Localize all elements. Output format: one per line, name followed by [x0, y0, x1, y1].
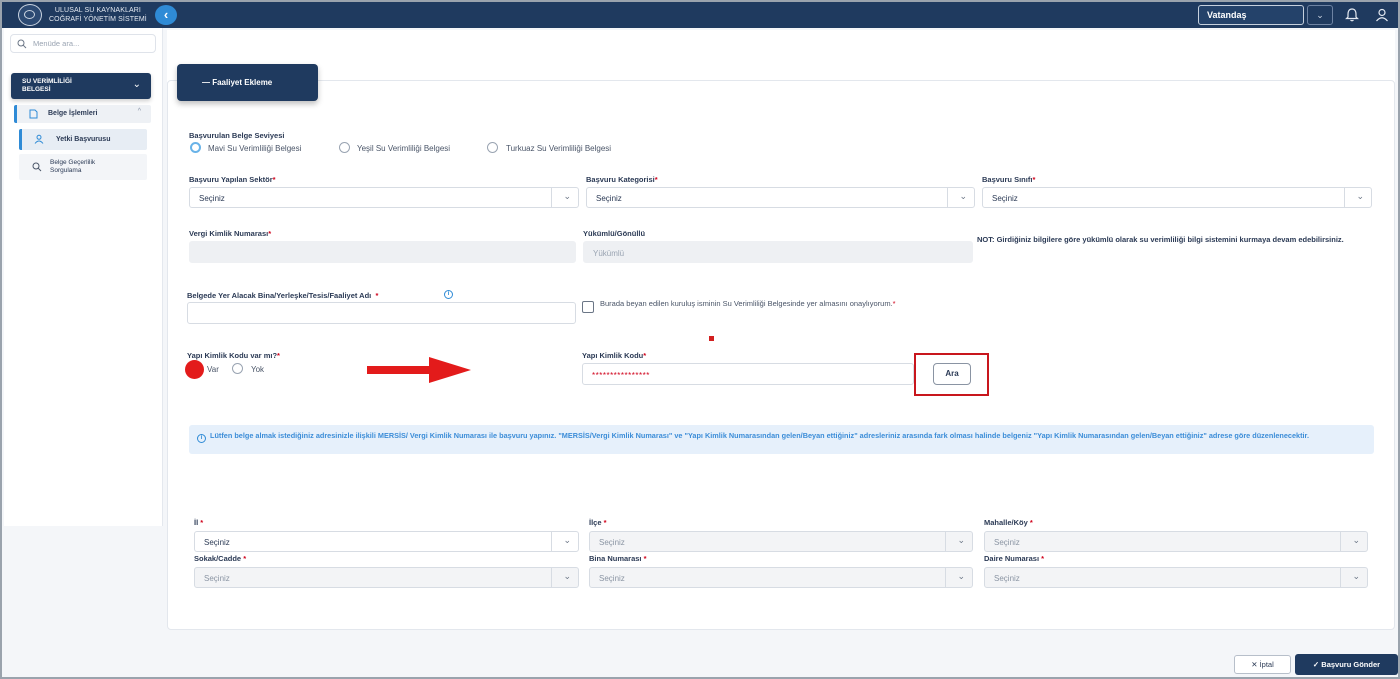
content-header: [167, 30, 1395, 82]
bina-no-value: Seçiniz: [599, 574, 625, 583]
red-arrow-icon: [367, 357, 471, 383]
yukumlu-value: Yükümlü: [593, 249, 625, 258]
onay-text: Burada beyan edilen kuruluş isminin Su V…: [600, 299, 896, 308]
mahalle-select[interactable]: Seçiniz ⌄: [984, 531, 1368, 552]
app-title: ULUSAL SU KAYNAKLARI COĞRAFİ YÖNETİM SİS…: [49, 6, 147, 24]
radio-var[interactable]: [185, 360, 204, 379]
chevron-down-icon: ⌄: [959, 191, 967, 201]
il-select[interactable]: Seçiniz ⌄: [194, 531, 579, 552]
yukumlu-input: Yükümlü: [583, 241, 973, 263]
chevron-down-icon: ⌄: [1352, 535, 1360, 545]
tab-faaliyet-ekleme[interactable]: — Faaliyet Ekleme: [177, 64, 318, 101]
note-text: NOT: Girdiğiniz bilgilere göre yükümlü o…: [977, 235, 1344, 244]
sektor-select[interactable]: Seçiniz ⌄: [189, 187, 579, 208]
app-title-line1: ULUSAL SU KAYNAKLARI: [54, 7, 141, 14]
daire-no-value: Seçiniz: [994, 574, 1020, 583]
sidebar-item-yetki-basvurusu[interactable]: Yetki Başvurusu: [19, 129, 147, 150]
bina-adi-input[interactable]: [187, 302, 576, 324]
mahalle-label: Mahalle/Köy *: [984, 518, 1033, 527]
sinif-value: Seçiniz: [992, 194, 1018, 203]
user-icon[interactable]: [1372, 5, 1392, 25]
search-placeholder: Menüde ara...: [33, 39, 80, 48]
bina-no-label: Bina Numarası *: [589, 554, 647, 563]
radio-var-label: Var: [207, 365, 219, 374]
document-icon: [29, 109, 38, 119]
ilce-value: Seçiniz: [599, 538, 625, 547]
submit-button[interactable]: ✓ Başvuru Gönder: [1295, 654, 1398, 675]
yapi-kod-label: Yapı Kimlik Kodu*: [582, 351, 647, 360]
bina-adi-label: Belgede Yer Alacak Bina/Yerleşke/Tesis/F…: [187, 291, 379, 300]
search-icon: [17, 39, 27, 49]
chevron-down-icon: ⌄: [132, 79, 141, 90]
yapi-var-mi-label: Yapı Kimlik Kodu var mı?*: [187, 351, 280, 360]
il-value: Seçiniz: [204, 538, 230, 547]
radio-turkuaz[interactable]: [487, 142, 498, 153]
red-marker: [709, 336, 714, 341]
sidebar-collapse-button[interactable]: ‹: [155, 5, 177, 25]
menu-search-input[interactable]: Menüde ara...: [10, 34, 156, 53]
chevron-down-icon: ⌄: [563, 535, 571, 545]
info-text: Lütfen belge almak istediğiniz adresiniz…: [210, 431, 1310, 440]
seviye-label: Başvurulan Belge Seviyesi: [189, 131, 285, 140]
chevron-down-icon: ⌄: [957, 535, 965, 545]
tab-label: — Faaliyet Ekleme: [202, 78, 273, 87]
role-select[interactable]: Vatandaş: [1198, 5, 1304, 25]
radio-mavi[interactable]: [190, 142, 201, 153]
yukumlu-label: Yükümlü/Gönüllü: [583, 229, 646, 238]
ilce-select[interactable]: Seçiniz ⌄: [589, 531, 973, 552]
radio-yok-label: Yok: [251, 365, 265, 374]
app-title-line2: COĞRAFİ YÖNETİM SİSTEMİ: [49, 16, 147, 23]
cancel-button[interactable]: ✕ İptal: [1234, 655, 1291, 674]
info-banner: i Lütfen belge almak istediğiniz adresin…: [189, 425, 1374, 454]
sinif-label: Başvuru Sınıfı*: [982, 175, 1036, 184]
chevron-down-icon: ⌄: [957, 571, 965, 581]
sidebar-group-label: Belge İşlemleri: [48, 110, 98, 117]
kategori-label: Başvuru Kategorisi*: [586, 175, 658, 184]
kategori-value: Seçiniz: [596, 194, 622, 203]
radio-yesil[interactable]: [339, 142, 350, 153]
radio-yesil-label: Yeşil Su Verimliliği Belgesi: [357, 144, 451, 153]
notification-bell-icon[interactable]: [1342, 5, 1362, 25]
info-icon[interactable]: i: [444, 290, 453, 299]
bina-no-select[interactable]: Seçiniz ⌄: [589, 567, 973, 588]
yapi-kod-value: ****************: [592, 371, 650, 380]
chevron-down-icon: ⌄: [1352, 571, 1360, 581]
sokak-select[interactable]: Seçiniz ⌄: [194, 567, 579, 588]
daire-no-label: Daire Numarası *: [984, 554, 1045, 563]
sokak-label: Sokak/Cadde *: [194, 554, 247, 563]
sidebar-item-belge-gecerlilik[interactable]: Belge Geçerlilik Sorgulama: [19, 154, 147, 180]
ilce-label: İlçe *: [589, 518, 607, 527]
chevron-down-icon: ⌄: [563, 191, 571, 201]
vkn-label: Vergi Kimlik Numarası*: [189, 229, 272, 238]
search-icon: [32, 162, 42, 172]
sidebar-group-belge-islemleri[interactable]: Belge İşlemleri ^: [14, 105, 151, 123]
info-icon: i: [197, 434, 206, 443]
radio-mavi-label: Mavi Su Verimliliği Belgesi: [208, 144, 302, 153]
radio-turkuaz-label: Turkuaz Su Verimliliği Belgesi: [506, 144, 612, 153]
radio-yok[interactable]: [232, 363, 243, 374]
chevron-up-icon: ^: [137, 108, 141, 115]
sidebar-section-su-verimliligi[interactable]: SU VERİMLİLİĞİ BELGESİ ⌄: [11, 73, 151, 99]
chevron-down-icon: ⌄: [1356, 191, 1364, 201]
ara-button[interactable]: Ara: [933, 363, 971, 385]
daire-no-select[interactable]: Seçiniz ⌄: [984, 567, 1368, 588]
top-bar: ULUSAL SU KAYNAKLARI COĞRAFİ YÖNETİM SİS…: [2, 2, 1398, 28]
onay-checkbox[interactable]: [582, 301, 594, 313]
sidebar-item-label: Belge Geçerlilik Sorgulama: [50, 159, 96, 174]
sidebar-item-label: Yetki Başvurusu: [56, 136, 111, 143]
user-icon: [34, 134, 44, 144]
il-label: İl *: [194, 518, 204, 527]
sidebar-section-label: SU VERİMLİLİĞİ BELGESİ: [22, 78, 72, 93]
chevron-down-icon[interactable]: ⌄: [1307, 5, 1333, 25]
chevron-down-icon: ⌄: [563, 571, 571, 581]
sinif-select[interactable]: Seçiniz ⌄: [982, 187, 1372, 208]
kategori-select[interactable]: Seçiniz ⌄: [586, 187, 975, 208]
vkn-input[interactable]: [189, 241, 576, 263]
sidebar: Menüde ara... SU VERİMLİLİĞİ BELGESİ ⌄ B…: [4, 28, 163, 526]
sektor-value: Seçiniz: [199, 194, 225, 203]
sektor-label: Başvuru Yapılan Sektör*: [189, 175, 276, 184]
sokak-value: Seçiniz: [204, 574, 230, 583]
logo-icon: [18, 4, 42, 26]
mahalle-value: Seçiniz: [994, 538, 1020, 547]
